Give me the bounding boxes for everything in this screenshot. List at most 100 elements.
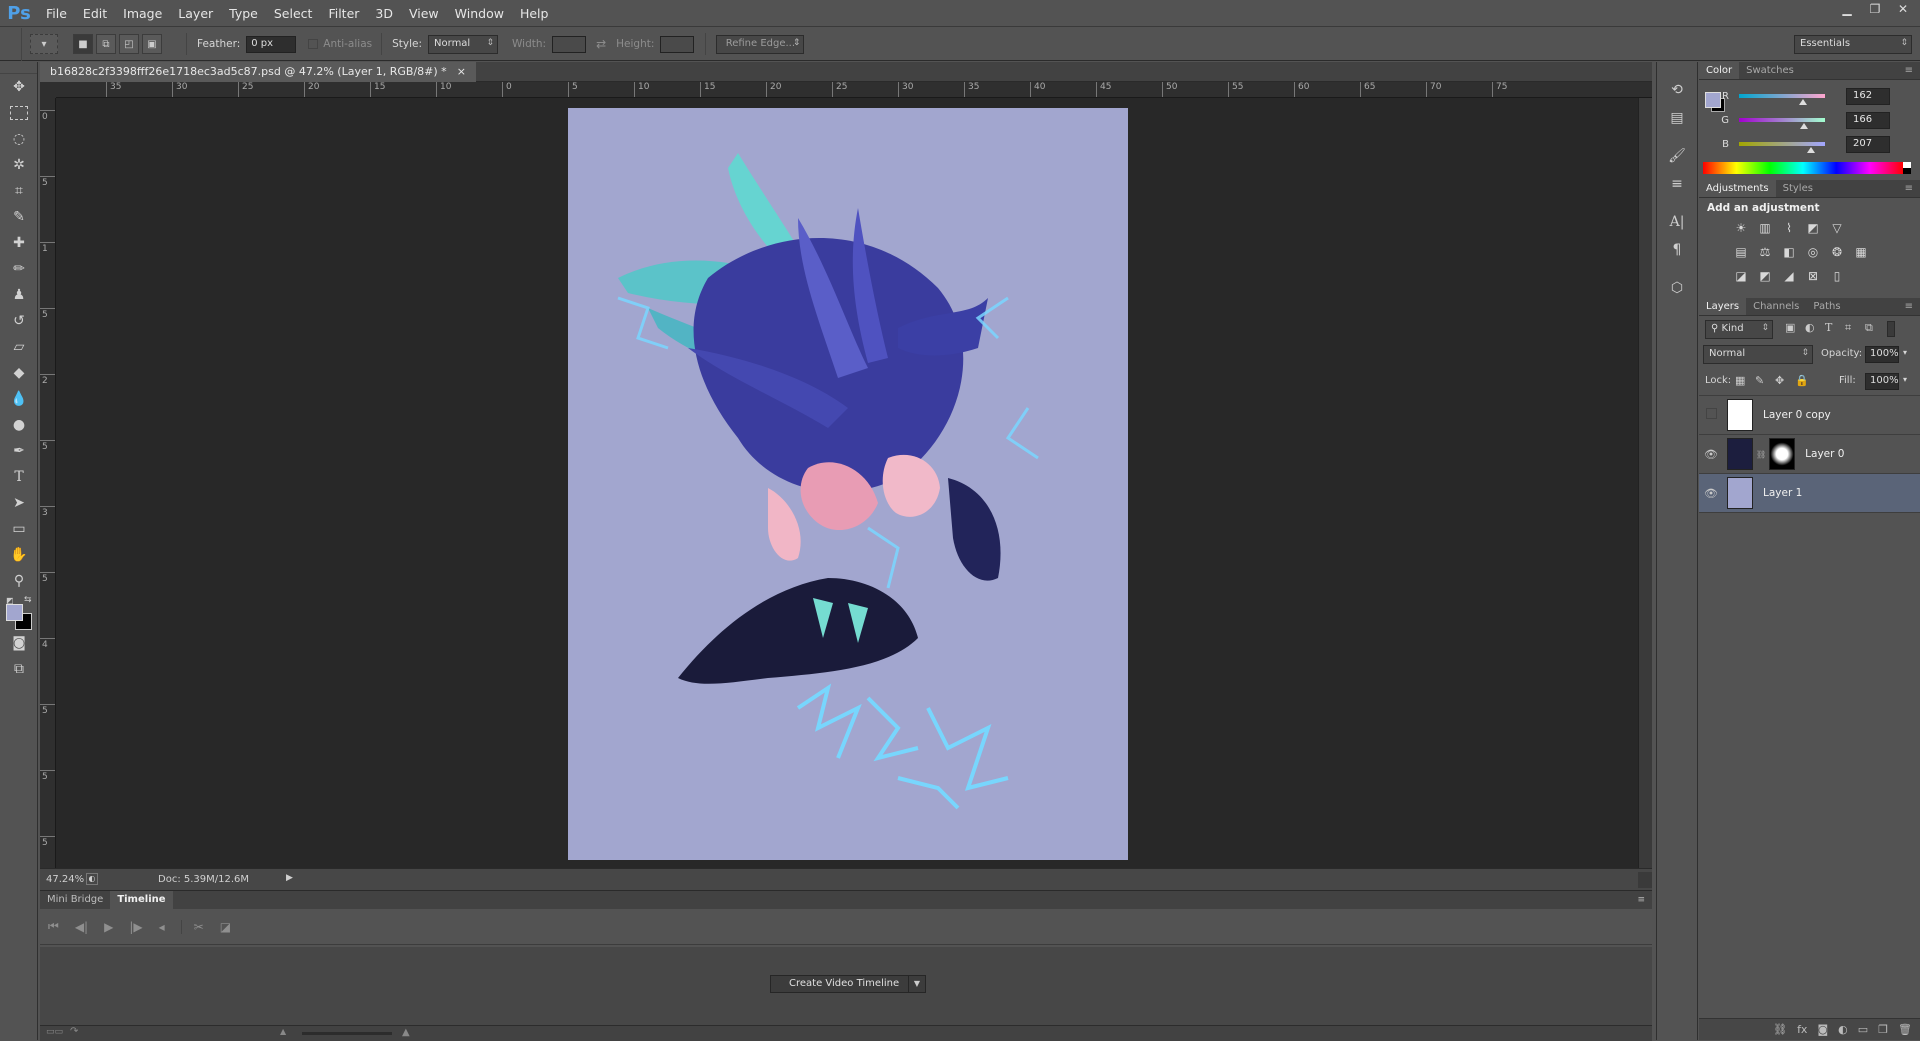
tab-timeline[interactable]: Timeline bbox=[110, 891, 173, 909]
path-selection-icon[interactable]: ➤ bbox=[0, 490, 38, 516]
lock-position-icon[interactable]: ✥ bbox=[1775, 374, 1784, 387]
marquee-preset-icon[interactable]: ▾ bbox=[30, 34, 58, 54]
delete-layer-icon[interactable]: 🗑 bbox=[1898, 1023, 1912, 1036]
minimize-icon[interactable]: ▁ bbox=[1838, 0, 1856, 18]
lock-transparent-icon[interactable]: ▦ bbox=[1735, 374, 1745, 387]
adjustments-panel-menu-icon[interactable]: ≡ bbox=[1898, 180, 1920, 197]
zoom-out-timeline-icon[interactable]: ▲ bbox=[280, 1027, 286, 1036]
previous-frame-icon[interactable]: ◀| bbox=[75, 920, 88, 934]
eye-icon[interactable]: 👁 bbox=[1699, 487, 1723, 500]
layer-filter-select[interactable]: ⚲ Kind bbox=[1705, 320, 1773, 339]
refine-edge-button[interactable]: Refine Edge... bbox=[716, 34, 805, 54]
invert-icon[interactable]: ◪ bbox=[1731, 266, 1751, 286]
new-layer-icon[interactable]: ❐ bbox=[1878, 1023, 1888, 1036]
workspace-select[interactable]: Essentials bbox=[1794, 35, 1912, 54]
crop-tool-icon[interactable]: ⌗ bbox=[0, 178, 38, 204]
intersect-selection-icon[interactable]: ▣ bbox=[142, 34, 162, 54]
new-group-icon[interactable]: ▭ bbox=[1858, 1023, 1868, 1036]
rectangle-tool-icon[interactable]: ▭ bbox=[0, 516, 38, 542]
width-input[interactable] bbox=[552, 35, 587, 53]
menu-view[interactable]: View bbox=[401, 0, 447, 27]
curves-icon[interactable]: ⌇ bbox=[1779, 218, 1799, 238]
tab-swatches[interactable]: Swatches bbox=[1739, 62, 1801, 79]
move-tool-icon[interactable]: ✥ bbox=[0, 74, 38, 100]
fill-dropdown-icon[interactable]: ▾ bbox=[1903, 375, 1907, 384]
gradient-map-icon[interactable]: ▯ bbox=[1827, 266, 1847, 286]
3d-panel-icon[interactable]: ⬡ bbox=[1657, 274, 1697, 302]
color-lookup-icon[interactable]: ▦ bbox=[1851, 242, 1871, 262]
eye-icon[interactable]: 👁 bbox=[1699, 448, 1723, 461]
swap-dimensions-icon[interactable]: ⇄ bbox=[596, 37, 606, 51]
red-value[interactable]: 162 bbox=[1846, 87, 1890, 105]
tab-color[interactable]: Color bbox=[1699, 62, 1740, 79]
restore-icon[interactable]: ❐ bbox=[1866, 0, 1884, 18]
black-swatch[interactable] bbox=[1903, 168, 1911, 174]
add-mask-icon[interactable]: ◙ bbox=[1817, 1023, 1828, 1036]
healing-brush-icon[interactable]: ✚ bbox=[0, 230, 38, 256]
zoom-in-timeline-icon[interactable]: ▲ bbox=[402, 1027, 410, 1038]
menu-layer[interactable]: Layer bbox=[170, 0, 221, 27]
brightness-contrast-icon[interactable]: ☀ bbox=[1731, 218, 1751, 238]
link-layers-icon[interactable]: ⛓ bbox=[1773, 1023, 1787, 1036]
layers-panel-menu-icon[interactable]: ≡ bbox=[1898, 298, 1920, 315]
brush-presets-icon[interactable]: ≡ bbox=[1657, 170, 1697, 198]
layer-style-icon[interactable]: fx bbox=[1797, 1023, 1807, 1036]
green-value[interactable]: 166 bbox=[1846, 111, 1890, 129]
red-thumb[interactable] bbox=[1799, 99, 1807, 105]
document-tab[interactable]: b16828c2f3398fff26e1718ec3ad5c87.psd @ 4… bbox=[40, 62, 476, 82]
close-window-icon[interactable]: ✕ bbox=[1894, 0, 1912, 18]
exposure-icon[interactable]: ◩ bbox=[1803, 218, 1823, 238]
color-balance-icon[interactable]: ⚖ bbox=[1755, 242, 1775, 262]
opacity-dropdown-icon[interactable]: ▾ bbox=[1903, 348, 1907, 357]
mask-link-icon[interactable]: ⛓ bbox=[1756, 450, 1766, 459]
tab-channels[interactable]: Channels bbox=[1746, 298, 1806, 315]
lasso-tool-icon[interactable]: ◌ bbox=[0, 126, 38, 152]
visibility-toggle-empty[interactable] bbox=[1699, 408, 1723, 422]
tab-paths[interactable]: Paths bbox=[1806, 298, 1847, 315]
fill-input[interactable]: 100% bbox=[1865, 373, 1899, 390]
black-white-icon[interactable]: ◧ bbox=[1779, 242, 1799, 262]
blue-track[interactable] bbox=[1739, 142, 1825, 146]
dodge-tool-icon[interactable]: ● bbox=[0, 412, 38, 438]
menu-image[interactable]: Image bbox=[115, 0, 170, 27]
lock-image-icon[interactable]: ✎ bbox=[1755, 374, 1764, 387]
channel-mixer-icon[interactable]: ❂ bbox=[1827, 242, 1847, 262]
height-input[interactable] bbox=[660, 35, 695, 53]
status-menu-arrow-icon[interactable]: ▶ bbox=[286, 873, 293, 883]
menu-window[interactable]: Window bbox=[447, 0, 512, 27]
new-selection-icon[interactable]: ■ bbox=[73, 34, 93, 54]
menu-file[interactable]: File bbox=[38, 0, 75, 27]
brush-panel-icon[interactable]: 🖌 bbox=[1657, 142, 1697, 170]
quick-mask-icon[interactable]: ◙ bbox=[0, 630, 38, 656]
green-slider[interactable]: G 166 bbox=[1699, 108, 1920, 132]
blue-value[interactable]: 207 bbox=[1846, 135, 1890, 153]
hue-saturation-icon[interactable]: ▤ bbox=[1731, 242, 1751, 262]
hand-tool-icon[interactable]: ✋ bbox=[0, 542, 38, 568]
antialias-checkbox[interactable] bbox=[308, 39, 319, 49]
timeline-options-dropdown-icon[interactable]: ▼ bbox=[908, 975, 926, 993]
timeline-zoom-slider[interactable] bbox=[302, 1032, 392, 1035]
first-frame-icon[interactable]: ⏮ bbox=[48, 919, 59, 934]
feather-input[interactable]: 0 px bbox=[246, 35, 297, 53]
threshold-icon[interactable]: ◢ bbox=[1779, 266, 1799, 286]
tab-adjustments[interactable]: Adjustments bbox=[1699, 180, 1776, 197]
filter-pixel-icon[interactable]: ▣ bbox=[1785, 321, 1795, 334]
share-icon[interactable]: ◐ bbox=[86, 873, 98, 885]
split-clip-icon[interactable]: ✂ bbox=[180, 919, 204, 934]
play-icon[interactable]: ▶ bbox=[104, 920, 113, 934]
character-panel-icon[interactable]: A| bbox=[1657, 208, 1697, 236]
red-track[interactable] bbox=[1739, 94, 1825, 98]
menu-filter[interactable]: Filter bbox=[320, 0, 367, 27]
blend-mode-select[interactable]: Normal bbox=[1703, 345, 1813, 364]
close-document-icon[interactable]: × bbox=[457, 62, 466, 82]
history-panel-icon[interactable]: ⟲ bbox=[1657, 76, 1697, 104]
paragraph-panel-icon[interactable]: ¶ bbox=[1657, 236, 1697, 264]
style-select[interactable]: Normal bbox=[428, 34, 499, 54]
create-video-timeline-button[interactable]: Create Video Timeline bbox=[770, 975, 919, 993]
eraser-icon[interactable]: ▱ bbox=[0, 334, 38, 360]
type-tool-icon[interactable]: T bbox=[0, 464, 38, 490]
filter-smart-object-icon[interactable]: ⧉ bbox=[1865, 321, 1873, 335]
photo-filter-icon[interactable]: ◎ bbox=[1803, 242, 1823, 262]
layer-row-layer-1[interactable]: 👁 Layer 1 bbox=[1699, 474, 1920, 513]
transition-icon[interactable]: ◪ bbox=[220, 920, 231, 934]
